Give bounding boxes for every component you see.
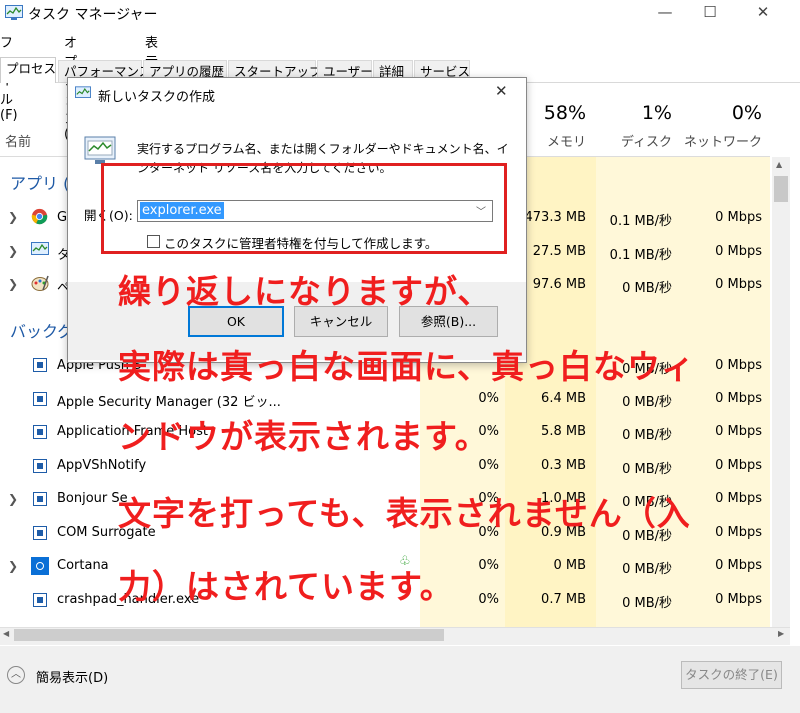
process-icon (33, 459, 47, 473)
memory-value: 5.8 MB (541, 424, 586, 439)
disk-value: 0 MB/秒 (622, 596, 672, 611)
fewer-details-link[interactable]: 簡易表示(D) (36, 667, 108, 686)
network-value: 0 Mbps (715, 244, 762, 259)
annotation-line2: 実際は真っ白な画面に、真っ白なウィ (118, 347, 696, 386)
network-percent[interactable]: 0% (680, 102, 762, 124)
process-name[interactable]: G (57, 210, 67, 225)
window-title: タスク マネージャー (28, 7, 158, 23)
horizontal-scroll-thumb[interactable] (14, 629, 444, 641)
annotation-highlight-box (101, 163, 507, 254)
close-button[interactable]: ✕ (751, 2, 775, 22)
process-name[interactable]: Cortana (57, 558, 109, 573)
network-value: 0 Mbps (715, 277, 762, 292)
cpu-value: 0% (478, 458, 499, 473)
process-icon (33, 492, 47, 506)
disk-column-header[interactable]: ディスク (596, 131, 672, 150)
vertical-scrollbar[interactable] (772, 157, 790, 627)
memory-value: 0.7 MB (541, 592, 586, 607)
chrome-icon (31, 208, 48, 225)
collapse-chevron-icon[interactable]: ︿ (7, 666, 25, 684)
task-manager-icon (31, 242, 49, 255)
network-value: 0 Mbps (715, 491, 762, 506)
scroll-left-icon[interactable]: ◀ (3, 629, 9, 638)
dialog-title: 新しいタスクの作成 (98, 90, 216, 105)
dialog-description-line1: 実行するプログラム名、または開くフォルダーやドキュメント名、イ (137, 142, 509, 156)
network-value: 0 Mbps (715, 592, 762, 607)
disk-value: 0.1 MB/秒 (609, 214, 672, 229)
process-icon (33, 526, 47, 540)
expand-chevron-icon[interactable]: ❯ (8, 244, 18, 258)
footer-bar (0, 646, 800, 713)
disk-value: 0 MB/秒 (622, 562, 672, 577)
expand-chevron-icon[interactable]: ❯ (8, 277, 18, 291)
process-icon (33, 358, 47, 372)
cortana-icon (31, 557, 49, 575)
network-value: 0 Mbps (715, 525, 762, 540)
memory-column-header[interactable]: メモリ (520, 131, 586, 150)
memory-value: 6.4 MB (541, 391, 586, 406)
network-value: 0 Mbps (715, 424, 762, 439)
network-column-header[interactable]: ネットワーク (680, 131, 762, 150)
network-value: 0 Mbps (715, 210, 762, 225)
disk-value: 0.1 MB/秒 (609, 248, 672, 263)
annotation-line4: 文字を打っても、表示されません（入 (118, 494, 691, 533)
memory-value: 0.3 MB (541, 458, 586, 473)
disk-value: 0 MB/秒 (622, 395, 672, 410)
task-manager-icon (5, 5, 23, 20)
run-program-icon (84, 136, 116, 164)
network-value: 0 Mbps (715, 558, 762, 573)
annotation-line1: 繰り返しになりますが、 (118, 272, 492, 311)
process-icon (33, 425, 47, 439)
paint-icon (31, 275, 49, 291)
scroll-right-icon[interactable]: ▶ (778, 629, 784, 638)
minimize-button[interactable]: — (653, 2, 677, 22)
scroll-up-icon[interactable]: ▲ (776, 160, 782, 169)
process-icon (33, 392, 47, 406)
expand-chevron-icon[interactable]: ❯ (8, 559, 18, 573)
end-task-button[interactable]: タスクの終了(E) (681, 661, 782, 689)
annotation-line3: ンドウが表示されます。 (118, 417, 489, 456)
disk-value: 0 MB/秒 (622, 462, 672, 477)
annotation-line5: 力）はされています。 (118, 567, 454, 606)
network-value: 0 Mbps (715, 391, 762, 406)
disk-value: 0 MB/秒 (622, 281, 672, 296)
column-name-header[interactable]: 名前 (5, 131, 31, 150)
dialog-close-button[interactable]: ✕ (495, 82, 508, 100)
group-background[interactable]: バックグ (10, 318, 73, 342)
disk-percent[interactable]: 1% (596, 102, 672, 124)
memory-value: 0 MB (553, 558, 586, 573)
memory-percent[interactable]: 58% (520, 102, 586, 124)
task-manager-icon (75, 86, 91, 98)
cpu-value: 0% (478, 391, 499, 406)
process-icon (33, 593, 47, 607)
expand-chevron-icon[interactable]: ❯ (8, 492, 18, 506)
network-value: 0 Mbps (715, 458, 762, 473)
tab-processes[interactable]: プロセス (0, 57, 56, 83)
process-name[interactable]: AppVShNotify (57, 458, 146, 473)
vertical-scroll-thumb[interactable] (774, 176, 788, 202)
disk-value: 0 MB/秒 (622, 428, 672, 443)
expand-chevron-icon[interactable]: ❯ (8, 210, 18, 224)
maximize-button[interactable]: ☐ (698, 2, 722, 22)
process-name[interactable]: Apple Security Manager (32 ビッ... (57, 391, 281, 410)
